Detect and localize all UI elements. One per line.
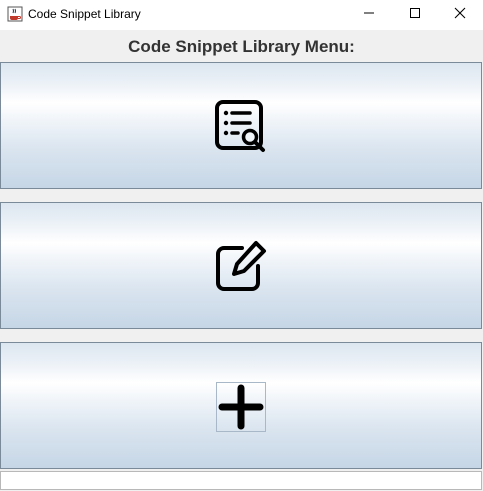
add-snippet-button[interactable] [0,342,482,469]
window-titlebar[interactable]: Code Snippet Library [0,0,483,30]
maximize-icon [409,6,421,24]
browse-snippets-button[interactable] [0,62,482,189]
maximize-button[interactable] [392,0,438,30]
edit-snippet-button[interactable] [0,202,482,329]
search-list-icon [214,99,268,153]
main-panel: Code Snippet Library Menu: [0,30,483,491]
plus-icon-frame [216,382,266,432]
close-icon [454,6,466,24]
close-button[interactable] [437,0,483,30]
minimize-icon [363,6,375,24]
page-title: Code Snippet Library Menu: [128,37,355,56]
window-title: Code Snippet Library [28,7,141,21]
java-coffee-cup-icon [7,6,23,22]
edit-icon [214,239,268,293]
minimize-button[interactable] [346,0,392,30]
status-bar [0,471,482,490]
plus-icon [217,383,265,436]
